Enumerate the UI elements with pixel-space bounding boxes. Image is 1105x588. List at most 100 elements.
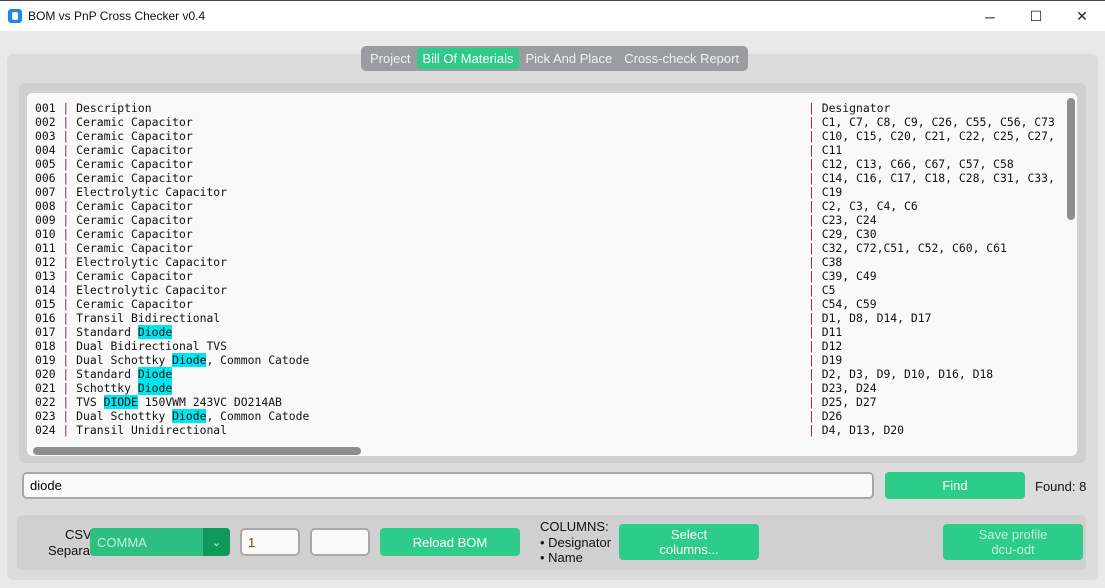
column-separator: | xyxy=(808,115,822,129)
column-separator: | xyxy=(808,395,822,409)
column-separator: | xyxy=(808,227,822,241)
row-number: 021 xyxy=(35,381,56,395)
column-separator: | xyxy=(55,255,77,269)
designator-value: D25, D27 xyxy=(821,395,877,409)
find-button[interactable]: Find xyxy=(885,472,1025,499)
bom-row: 018 | Dual Bidirectional TVS xyxy=(35,339,227,353)
bom-row: 024 | Transil Unidirectional xyxy=(35,423,227,437)
search-highlight: Diode xyxy=(172,409,207,423)
row-designator: | C19 xyxy=(808,185,842,199)
tab-bill-of-materials[interactable]: Bill Of Materials xyxy=(417,48,519,69)
column-separator: | xyxy=(808,213,822,227)
row-number: 018 xyxy=(35,339,56,353)
row-designator: | C29, C30 xyxy=(808,227,877,241)
close-button[interactable]: ✕ xyxy=(1059,1,1105,32)
separator-dropdown[interactable]: COMMA ⌄ xyxy=(90,528,230,556)
bom-row: 008 | Ceramic Capacitor xyxy=(35,199,193,213)
chevron-down-icon[interactable]: ⌄ xyxy=(203,528,230,556)
row-designator: | C11 xyxy=(808,143,842,157)
designator-value: D2, D3, D9, D10, D16, D18 xyxy=(821,367,994,381)
column-separator: | xyxy=(55,227,77,241)
designator-value: C14, C16, C17, C18, C28, C31, C33, xyxy=(821,171,1055,185)
row-description: Standard Diode xyxy=(76,367,173,381)
row-description: Ceramic Capacitor xyxy=(76,143,193,157)
column-item: • Name xyxy=(540,550,583,565)
horizontal-scrollbar[interactable] xyxy=(33,447,361,455)
bom-row: 016 | Transil Bidirectional xyxy=(35,311,220,325)
row-number: 012 xyxy=(35,255,56,269)
column-separator: | xyxy=(55,297,77,311)
row-number: 014 xyxy=(35,283,56,297)
designator-value: D26 xyxy=(821,409,843,423)
column-separator: | xyxy=(55,241,77,255)
tab-cross-check-report[interactable]: Cross-check Report xyxy=(619,48,744,69)
row-number: 002 xyxy=(35,115,56,129)
row-description: Ceramic Capacitor xyxy=(76,171,193,185)
reload-bom-button[interactable]: Reload BOM xyxy=(380,528,520,556)
row-description: Ceramic Capacitor xyxy=(76,269,193,283)
found-count: Found: 8 xyxy=(1035,479,1087,494)
column-separator: | xyxy=(55,157,77,171)
row-description: Ceramic Capacitor xyxy=(76,297,193,311)
column-separator: | xyxy=(55,311,77,325)
row-designator: | D1, D8, D14, D17 xyxy=(808,311,931,325)
maximize-button[interactable]: ☐ xyxy=(1013,1,1059,32)
row-description: Ceramic Capacitor xyxy=(76,227,193,241)
search-highlight: Diode xyxy=(137,381,173,395)
search-highlight: Diode xyxy=(137,367,173,381)
bom-row: 006 | Ceramic Capacitor xyxy=(35,171,193,185)
row-designator: | C32, C72,C51, C52, C60, C61 xyxy=(808,241,1007,255)
bom-row: 010 | Ceramic Capacitor xyxy=(35,227,193,241)
tab-pick-and-place[interactable]: Pick And Place xyxy=(521,48,618,69)
vertical-scrollbar[interactable] xyxy=(1067,98,1075,220)
row-designator: | C38 xyxy=(808,255,842,269)
bom-row: 004 | Ceramic Capacitor xyxy=(35,143,193,157)
minimize-button[interactable]: ─ xyxy=(967,1,1013,32)
row-description: Ceramic Capacitor xyxy=(76,213,193,227)
columns-title: COLUMNS: xyxy=(540,519,609,534)
row-description: Electrolytic Capacitor xyxy=(76,283,228,297)
row-description: Dual Schottky Diode, Common Catode xyxy=(76,353,310,367)
row-number: 001 xyxy=(35,101,56,115)
bom-row: 007 | Electrolytic Capacitor xyxy=(35,185,227,199)
bom-row: 012 | Electrolytic Capacitor xyxy=(35,255,227,269)
column-separator: | xyxy=(808,171,822,185)
tab-project[interactable]: Project xyxy=(365,48,415,69)
column-separator: | xyxy=(55,339,77,353)
designator-value: C12, C13, C66, C67, C57, C58 xyxy=(821,157,1014,171)
row-designator: | Designator xyxy=(808,101,890,115)
column-separator: | xyxy=(808,423,822,437)
bom-text-view[interactable]: 001 | Description | Designator 002 | Ceram… xyxy=(27,93,1077,456)
designator-value: C32, C72,C51, C52, C60, C61 xyxy=(821,241,1007,255)
column-separator: | xyxy=(55,367,77,381)
search-input[interactable] xyxy=(22,472,874,499)
start-row-input[interactable] xyxy=(240,528,300,556)
row-number: 013 xyxy=(35,269,56,283)
column-separator: | xyxy=(55,129,77,143)
row-number: 023 xyxy=(35,409,56,423)
select-columns-button[interactable]: Select columns... xyxy=(619,524,759,560)
row-number: 017 xyxy=(35,325,56,339)
column-separator: | xyxy=(808,339,822,353)
save-profile-button[interactable]: Save profile dcu-odt xyxy=(943,524,1083,560)
row-designator: | D26 xyxy=(808,409,842,423)
bom-row: 020 | Standard Diode xyxy=(35,367,173,381)
row-number: 022 xyxy=(35,395,56,409)
column-separator: | xyxy=(55,283,77,297)
designator-value: C2, C3, C4, C6 xyxy=(821,199,918,213)
tab-bar: Project Bill Of Materials Pick And Place Cr… xyxy=(361,46,749,71)
designator-value: D19 xyxy=(821,353,843,367)
row-description: Electrolytic Capacitor xyxy=(76,185,228,199)
column-separator: | xyxy=(808,129,822,143)
row-description: Dual Bidirectional TVS xyxy=(76,339,228,353)
row-number: 020 xyxy=(35,367,56,381)
search-highlight: Diode xyxy=(172,353,207,367)
row-description: Schottky Diode xyxy=(76,381,173,395)
row-description: Description xyxy=(76,101,152,115)
column-separator: | xyxy=(55,213,77,227)
row-number: 011 xyxy=(35,241,56,255)
column-separator: | xyxy=(55,381,77,395)
search-highlight: DIODE xyxy=(103,395,138,409)
end-row-input[interactable] xyxy=(310,528,370,556)
title-bar: BOM vs PnP Cross Checker v0.4 ─ ☐ ✕ xyxy=(0,0,1105,31)
